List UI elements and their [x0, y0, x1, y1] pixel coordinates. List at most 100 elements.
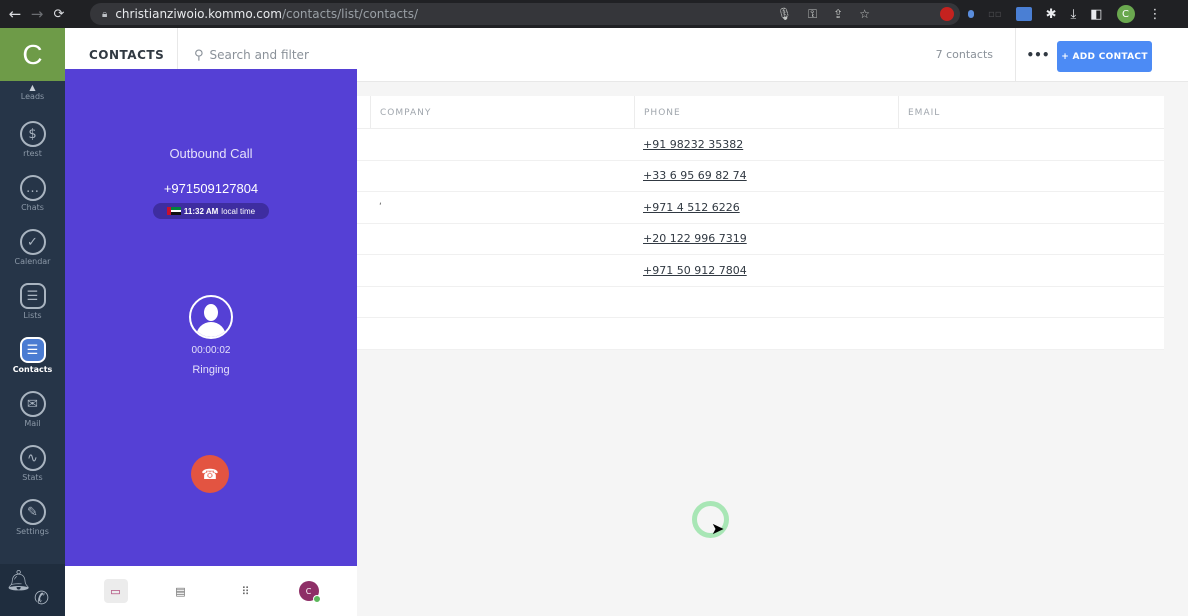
contacts-count: 7 contacts — [935, 48, 993, 61]
uae-flag-icon — [166, 207, 181, 215]
call-status: Ringing — [192, 364, 230, 376]
dollar-icon: $ — [19, 121, 46, 147]
sidebar-item-stats[interactable]: ∿ Stats — [0, 437, 65, 491]
phone-hangup-icon: ☎︎ — [201, 465, 219, 482]
sidebar-item-lists[interactable]: ☰ Lists — [0, 275, 65, 329]
account-logo[interactable]: C — [0, 28, 65, 81]
sidebar-item-label: Settings — [16, 527, 49, 536]
column-phone[interactable]: PHONE — [634, 96, 898, 128]
back-icon[interactable]: ← — [4, 5, 26, 23]
reload-icon[interactable]: ⟳ — [48, 7, 70, 22]
url-host: christianziwoio.kommo.com — [115, 7, 282, 21]
column-email[interactable]: EMAIL — [898, 96, 1164, 128]
mouse-cursor-icon: ➤ — [711, 519, 725, 538]
page-title: CONTACTS — [89, 48, 165, 62]
table-row[interactable] — [357, 318, 1164, 350]
phone-link[interactable]: +20 122 996 7319 — [634, 232, 898, 245]
more-options-button[interactable]: ••• — [1015, 28, 1060, 82]
column-spacer — [357, 96, 370, 128]
phone-link[interactable]: +971 4 512 6226 — [634, 201, 898, 214]
chat-tab[interactable]: ▭ — [103, 579, 128, 603]
table-header: COMPANY PHONE EMAIL — [357, 96, 1164, 129]
translate-extension-icon[interactable] — [1015, 7, 1032, 21]
phone-link[interactable]: +91 98232 35382 — [634, 138, 898, 151]
chat-bubble-icon: … — [19, 175, 46, 201]
sidebar-item-rtest[interactable]: $ rtest — [0, 113, 65, 167]
table-row[interactable]: +971 50 912 7804 — [357, 255, 1164, 287]
sidebar-item-leads[interactable]: ▲ Leads — [0, 81, 65, 113]
phone-icon[interactable]: ✆ — [34, 588, 49, 609]
chat-icon: ▭ — [110, 584, 121, 598]
search-placeholder: Search and filter — [209, 48, 309, 62]
contacts-icon: ☰ — [19, 337, 46, 363]
profile-avatar[interactable]: C — [1116, 5, 1135, 23]
column-company[interactable]: COMPANY — [370, 96, 634, 128]
sidebar-item-label: rtest — [23, 149, 42, 158]
contact-card-icon: ▤ — [175, 584, 186, 598]
url-path: /contacts/list/contacts/ — [281, 7, 419, 21]
local-time-suffix: local time — [221, 206, 256, 216]
checkmark-icon: ✓ — [19, 229, 46, 255]
sidebar-item-label: Calendar — [14, 257, 51, 266]
download-icon[interactable]: ⤓ — [1070, 7, 1076, 22]
list-icon: ☰ — [19, 283, 46, 309]
sidebar-item-label: Chats — [21, 203, 44, 212]
table-row[interactable]: +20 122 996 7319 — [357, 224, 1164, 255]
table-row[interactable]: +91 98232 35382 — [357, 129, 1164, 161]
dialpad-icon: ⠿ — [241, 584, 250, 598]
contacts-tab[interactable]: ▤ — [169, 579, 193, 603]
stats-icon: ∿ — [19, 445, 46, 471]
sidebar-bottom: 🔔︎ ✆ — [0, 564, 65, 616]
sidebar-item-label: Leads — [20, 92, 45, 101]
key-icon[interactable]: ⚿ — [808, 7, 817, 22]
phone-link[interactable]: +971 50 912 7804 — [634, 264, 898, 277]
local-time-value: 11:32 AM — [183, 206, 219, 216]
user-avatar[interactable]: C — [298, 581, 321, 603]
hang-up-button[interactable]: ☎︎ — [191, 455, 229, 493]
sidebar-item-calendar[interactable]: ✓ Calendar — [0, 221, 65, 275]
address-bar[interactable]: 🔒︎ christianziwoio.kommo.com/contacts/li… — [90, 3, 960, 25]
kebab-menu-icon[interactable]: ⋮ — [1149, 7, 1162, 22]
online-status-dot — [312, 595, 321, 603]
sidebar-item-chats[interactable]: … Chats — [0, 167, 65, 221]
share-icon[interactable]: ⇪ — [833, 7, 843, 22]
bell-icon[interactable]: 🔔︎ — [6, 568, 31, 592]
microphone-icon[interactable]: 🎙︎ — [777, 7, 792, 22]
browser-toolbar: ← → ⟳ 🔒︎ christianziwoio.kommo.com/conta… — [0, 0, 1188, 28]
call-footer: ▭ ▤ ⠿ C — [65, 566, 357, 616]
table-row[interactable]: +33 6 95 69 82 74 — [357, 161, 1164, 192]
puzzle-icon[interactable]: ✱ — [1046, 7, 1057, 22]
dialpad-tab[interactable]: ⠿ — [234, 579, 258, 603]
table-row[interactable]: ‘+971 4 512 6226 — [357, 192, 1164, 224]
forward-icon[interactable]: → — [26, 5, 48, 23]
lock-icon: 🔒︎ — [102, 8, 108, 20]
sidebar-item-label: Stats — [22, 473, 43, 482]
sidebar-item-contacts[interactable]: ☰ Contacts — [0, 329, 65, 383]
extension-icon[interactable] — [968, 10, 974, 18]
wrench-icon: ✎ — [19, 499, 46, 525]
avatar-initial: C — [305, 586, 312, 596]
call-number: +971509127804 — [163, 181, 259, 196]
sidebar-item-label: Contacts — [12, 365, 53, 374]
adblock-extension-icon[interactable] — [940, 7, 954, 21]
mail-icon: ✉ — [19, 391, 46, 417]
caller-avatar-icon — [189, 295, 233, 339]
sidebar-item-settings[interactable]: ✎ Settings — [0, 491, 65, 545]
call-timer: 00:00:02 — [191, 345, 231, 356]
sidebar-item-mail[interactable]: ✉ Mail — [0, 383, 65, 437]
search-icon: ⚲ — [194, 47, 204, 63]
local-time-badge: 11:32 AM local time — [153, 203, 269, 219]
phone-link[interactable]: +33 6 95 69 82 74 — [634, 169, 898, 182]
star-icon[interactable]: ☆ — [859, 7, 870, 22]
add-contact-button[interactable]: + ADD CONTACT — [1057, 41, 1152, 72]
sidebar: C ▲ Leads $ rtest … Chats ✓ Calendar ☰ L… — [0, 28, 65, 616]
sidebar-item-label: Mail — [24, 419, 41, 428]
sidepanel-icon[interactable]: ◧ — [1090, 7, 1102, 22]
call-type: Outbound Call — [169, 146, 253, 161]
extension-icon[interactable]: ▫▫ — [988, 9, 1002, 20]
company-cell[interactable]: ‘ — [370, 202, 634, 212]
sidebar-item-label: Lists — [23, 311, 42, 320]
contacts-table: COMPANY PHONE EMAIL +91 98232 35382 +33 6… — [357, 96, 1164, 350]
table-row[interactable] — [357, 287, 1164, 318]
caret-up-icon: ▲ — [29, 83, 36, 92]
